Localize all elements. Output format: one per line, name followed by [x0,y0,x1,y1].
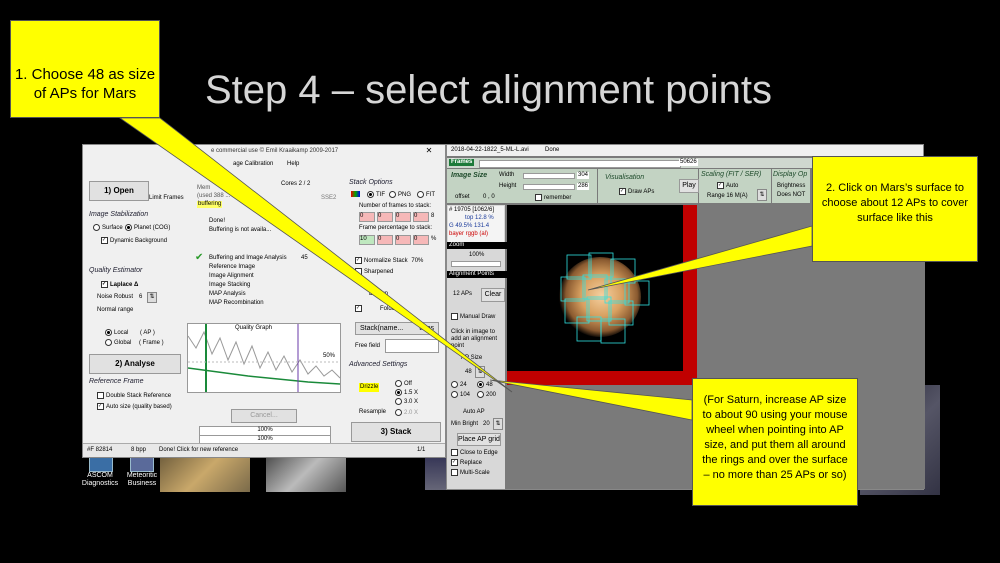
callout-1: 1. Choose 48 as size of APs for Mars [10,20,160,118]
callout-3-arrow [489,379,693,421]
callout-3: (For Saturn, increase AP size to about 9… [692,378,858,506]
callout-2: 2. Click on Mars’s surface to choose abo… [812,156,978,262]
callout-1-arrow [118,117,513,393]
callout-2-arrow [587,225,813,291]
